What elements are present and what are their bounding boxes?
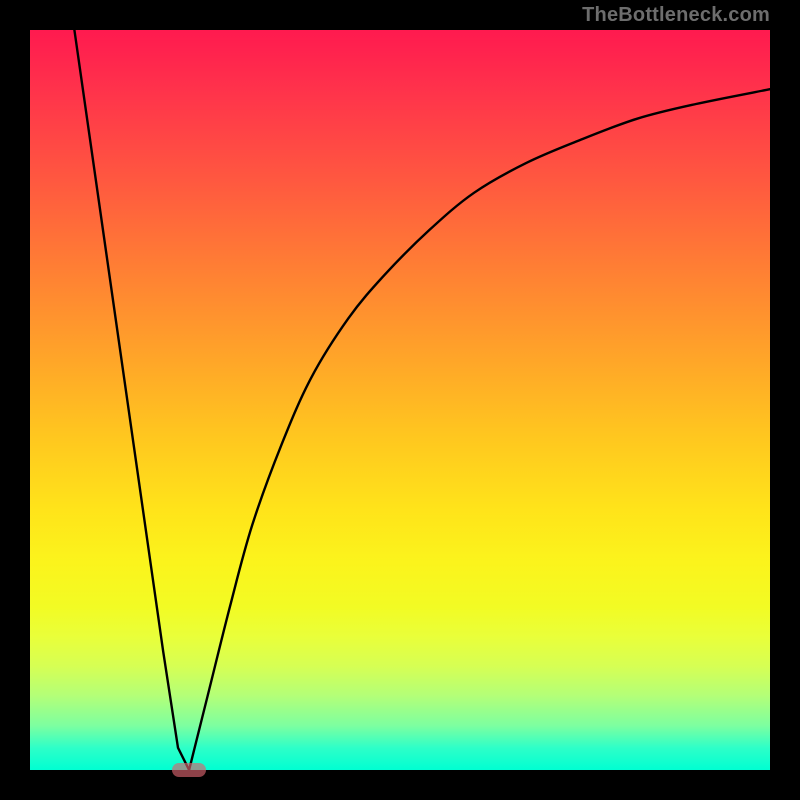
curve-layer [30,30,770,770]
plot-area [30,30,770,770]
curve-left-branch [74,30,189,770]
minimum-marker [172,763,206,777]
chart-frame: TheBottleneck.com [0,0,800,800]
watermark-text: TheBottleneck.com [582,4,770,27]
curve-right-branch [189,89,770,770]
curve-group [74,30,770,770]
